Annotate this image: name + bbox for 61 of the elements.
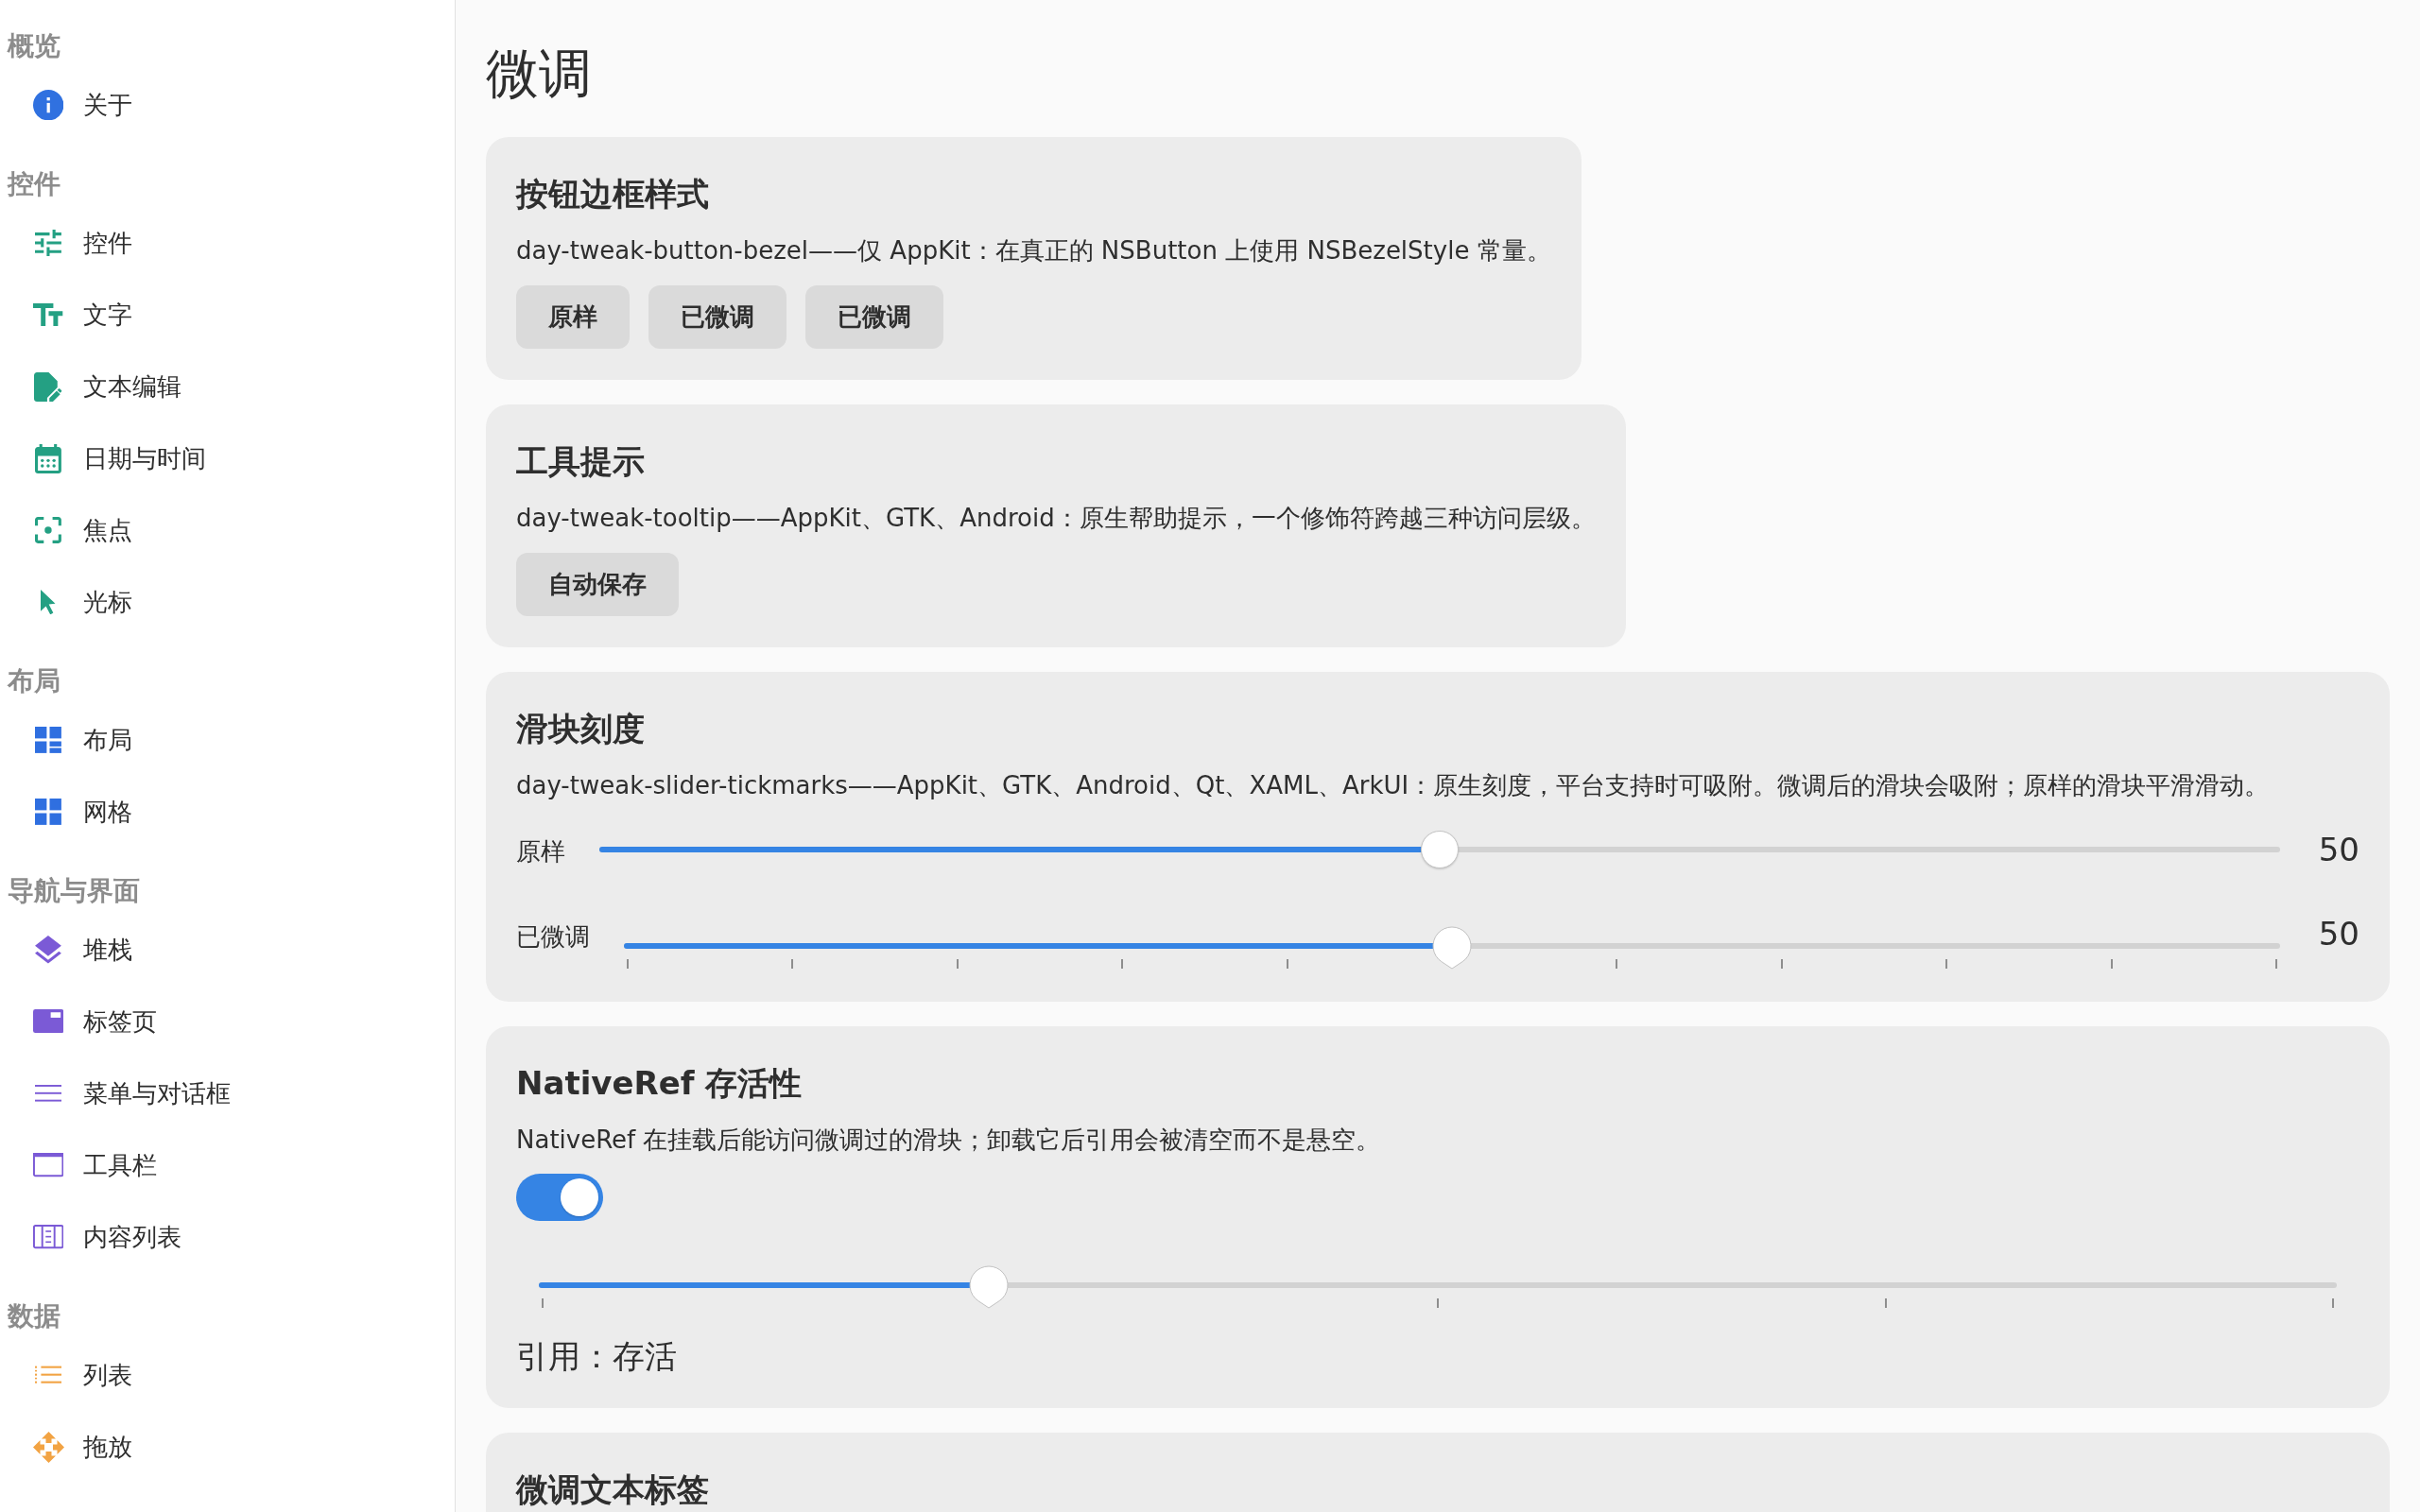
sidebar-item[interactable]: 内容列表 xyxy=(29,1218,182,1256)
card-description: day-tweak-button-bezel——仅 AppKit：在真正的 NSButton 上使用 NSBezelStyle 常量。 xyxy=(516,235,1551,266)
tick-mark xyxy=(791,959,794,969)
slider-value: 50 xyxy=(2318,914,2360,954)
tick-mark xyxy=(2110,959,2113,969)
sidebar-item[interactable]: 日期与时间 xyxy=(29,439,206,477)
sidebar-item[interactable]: 堆栈 xyxy=(29,931,132,969)
sample-button[interactable]: 已微调 xyxy=(648,285,786,349)
sample-button[interactable]: 已微调 xyxy=(805,285,943,349)
slider-value: 50 xyxy=(2318,830,2360,870)
slider-thumb[interactable] xyxy=(1431,926,1473,970)
slider-label: 原样 xyxy=(516,836,565,868)
sidebar-section-title: 导航与界面 xyxy=(8,874,140,908)
tick-mark xyxy=(2275,959,2277,969)
card-description: day-tweak-slider-tickmarks——AppKit、GTK、Android、Qt、XAML、ArkUI：原生刻度，平台支持时可吸附。微调后的滑块会吸附；原样的滑块平滑滑动。 xyxy=(516,770,2270,801)
tick-mark xyxy=(956,959,959,969)
sidebar-section-title: 数据 xyxy=(8,1299,60,1333)
status-text: 引用：存活 xyxy=(516,1336,677,1377)
slider-track[interactable] xyxy=(599,831,2280,868)
sidebar-item[interactable]: 拖放 xyxy=(29,1428,132,1466)
tick-mark xyxy=(1437,1298,1439,1308)
card-description: NativeRef 在挂载后能访问微调过的滑块；卸载它后引用会被清空而不是悬空。 xyxy=(516,1125,1381,1156)
tick-mark xyxy=(1121,959,1124,969)
tick-mark xyxy=(1286,959,1288,969)
slider-thumb[interactable] xyxy=(967,1265,1010,1309)
tick-mark xyxy=(542,1298,544,1308)
sample-button[interactable]: 自动保存 xyxy=(516,553,679,616)
card-title: 工具提示 xyxy=(516,441,645,482)
tick-mark xyxy=(1945,959,1948,969)
slider-thumb[interactable] xyxy=(1421,831,1459,868)
sample-button[interactable]: 原样 xyxy=(516,285,630,349)
sidebar-item[interactable]: 控件 xyxy=(29,224,132,262)
sidebar-item[interactable]: 菜单与对话框 xyxy=(29,1074,231,1112)
sidebar-item[interactable]: 文本编辑 xyxy=(29,368,182,405)
sidebar-section-title: 概览 xyxy=(8,29,60,63)
page-title: 微调 xyxy=(486,42,592,106)
sidebar-item[interactable]: 列表 xyxy=(29,1356,132,1394)
sidebar-item[interactable]: 网格 xyxy=(29,793,132,831)
sidebar-item[interactable]: 文字 xyxy=(29,296,132,334)
sidebar-item[interactable]: 关于 xyxy=(29,86,132,124)
toggle-switch[interactable] xyxy=(516,1174,603,1221)
card-title: 按钮边框样式 xyxy=(516,174,709,215)
sidebar-item[interactable]: 焦点 xyxy=(29,511,132,549)
card-description: day-tweak-tooltip——AppKit、GTK、Android：原生帮助提示，一个修饰符跨越三种访问层级。 xyxy=(516,503,1596,534)
card-title: 滑块刻度 xyxy=(516,709,645,749)
sidebar-item[interactable]: 标签页 xyxy=(29,1003,157,1040)
tick-mark xyxy=(2332,1298,2334,1308)
sidebar-section-title: 控件 xyxy=(8,167,60,201)
card-title: 微调文本标签 xyxy=(516,1469,709,1510)
tick-mark xyxy=(627,959,629,969)
slider-track[interactable] xyxy=(624,926,2280,970)
slider-label: 已微调 xyxy=(516,921,590,953)
sidebar-item[interactable]: 布局 xyxy=(29,721,132,759)
tick-mark xyxy=(1780,959,1783,969)
tick-mark xyxy=(1616,959,1618,969)
slider-track[interactable] xyxy=(539,1265,2337,1309)
sidebar-item[interactable]: 光标 xyxy=(29,583,132,621)
sidebar-item[interactable]: 工具栏 xyxy=(29,1146,157,1184)
card-title: NativeRef 存活性 xyxy=(516,1063,803,1104)
tick-mark xyxy=(1884,1298,1887,1308)
sidebar-section-title: 布局 xyxy=(8,664,60,698)
